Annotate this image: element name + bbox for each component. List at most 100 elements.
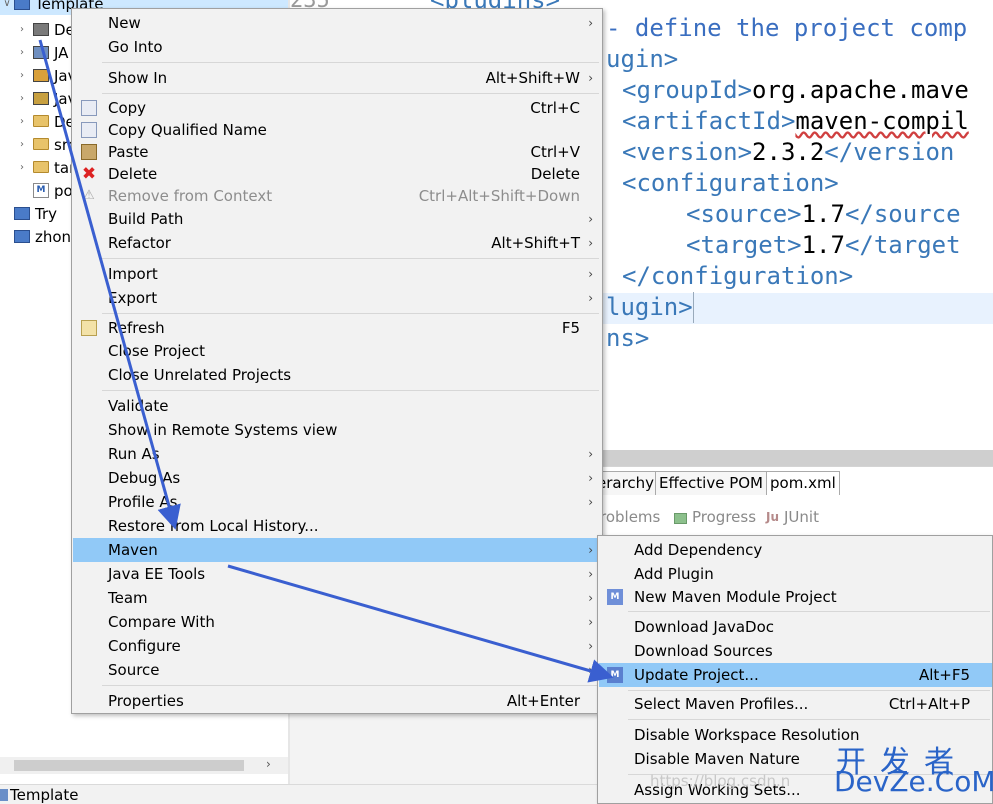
submenu-arrow-icon: › (588, 447, 593, 461)
menu-item-label: Compare With (108, 613, 215, 631)
menu-item-go-into[interactable]: Go Into (73, 35, 601, 59)
tab-junit[interactable]: JUnit (784, 508, 819, 526)
menu-item-profile-as[interactable]: Profile As › (73, 490, 601, 514)
menu-item-label: Add Dependency (634, 541, 763, 559)
menu-item-show-in[interactable]: Show In Alt+Shift+W › (73, 66, 601, 90)
code-text: lugin> (606, 293, 693, 321)
menu-item-java-ee-tools[interactable]: Java EE Tools › (73, 562, 601, 586)
paste-icon (81, 144, 97, 160)
menu-item-export[interactable]: Export › (73, 286, 601, 310)
menu-item-debug-as[interactable]: Debug As › (73, 466, 601, 490)
tab-label: erarchy (597, 474, 655, 492)
tab-problems[interactable]: roblems (600, 508, 660, 526)
submenu-arrow-icon: › (588, 495, 593, 509)
expand-icon[interactable]: › (16, 70, 28, 81)
project-icon (14, 0, 30, 10)
menu-item-shortcut: Ctrl+Alt+Shift+Down (418, 187, 580, 205)
menu-item-import[interactable]: Import › (73, 262, 601, 286)
menu-item-add-dependency[interactable]: Add Dependency (599, 538, 992, 562)
expand-icon[interactable]: › (16, 93, 28, 104)
menu-item-build-path[interactable]: Build Path › (73, 207, 601, 231)
copy-qualified-name-icon (81, 122, 97, 138)
menu-item-label: Show in Remote Systems view (108, 421, 338, 439)
expand-icon[interactable]: › (16, 24, 28, 35)
menu-item-source[interactable]: Source › (73, 658, 601, 682)
menu-separator (102, 258, 599, 259)
menu-item-refresh[interactable]: Refresh F5 (73, 316, 601, 340)
pom-editor-tabs: erarchy Effective POM pom.xml (594, 466, 993, 496)
menu-item-label: Refactor (108, 234, 171, 252)
menu-item-properties[interactable]: Properties Alt+Enter (73, 689, 601, 713)
menu-item-team[interactable]: Team › (73, 586, 601, 610)
tab-dependency-hierarchy[interactable]: erarchy (594, 471, 659, 495)
xml-tag: <version> (622, 138, 753, 166)
menu-item-copy[interactable]: Copy Ctrl+C (73, 96, 601, 120)
menu-item-paste[interactable]: Paste Ctrl+V (73, 140, 601, 164)
menu-item-label: Profile As (108, 493, 178, 511)
refresh-icon (81, 320, 97, 336)
menu-item-shortcut: Alt+Shift+W (485, 69, 580, 87)
menu-item-remove-from-context: ⚠ Remove from Context Ctrl+Alt+Shift+Down (73, 184, 601, 208)
tab-label: Progress (692, 508, 757, 526)
menu-item-label: Add Plugin (634, 565, 714, 583)
menu-item-delete[interactable]: ✖ Delete Delete (73, 162, 601, 186)
submenu-arrow-icon: › (588, 663, 593, 677)
menu-separator (102, 313, 599, 314)
menu-item-label: Export (108, 289, 158, 307)
menu-separator (628, 690, 990, 691)
scrollbar-thumb[interactable] (14, 760, 244, 771)
expand-icon[interactable]: › (16, 162, 28, 173)
xml-tag: <target> (686, 231, 802, 259)
menu-item-download-javadoc[interactable]: Download JavaDoc (599, 615, 992, 639)
status-text: Template (10, 786, 79, 804)
menu-item-configure[interactable]: Configure › (73, 634, 601, 658)
menu-item-maven[interactable]: Maven › (73, 538, 601, 562)
menu-separator (102, 390, 599, 391)
tab-progress[interactable]: Progress (692, 508, 756, 526)
menu-item-label: Paste (108, 143, 149, 161)
menu-item-label: Close Unrelated Projects (108, 366, 292, 384)
menu-item-new[interactable]: New › (73, 11, 601, 35)
menu-item-label: Build Path (108, 210, 184, 228)
menu-item-download-sources[interactable]: Download Sources (599, 639, 992, 663)
update-project-icon: M (607, 667, 623, 683)
code-text: - define the project comp (606, 14, 968, 42)
menu-item-select-maven-profiles[interactable]: Select Maven Profiles... Ctrl+Alt+P (599, 692, 992, 716)
collapse-icon[interactable]: ∨ (1, 0, 13, 9)
tab-effective-pom[interactable]: Effective POM (655, 471, 768, 495)
menu-item-update-project[interactable]: M Update Project... Alt+F5 (599, 663, 992, 687)
submenu-arrow-icon: › (588, 291, 593, 305)
menu-separator (102, 685, 599, 686)
menu-item-add-plugin[interactable]: Add Plugin (599, 562, 992, 586)
menu-item-refactor[interactable]: Refactor Alt+Shift+T › (73, 231, 601, 255)
menu-separator (628, 719, 990, 720)
menu-item-restore-from-local-history[interactable]: Restore from Local History... (73, 514, 601, 538)
submenu-arrow-icon: › (588, 471, 593, 485)
menu-item-compare-with[interactable]: Compare With › (73, 610, 601, 634)
menu-item-close-unrelated-projects[interactable]: Close Unrelated Projects (73, 363, 601, 387)
tab-label: roblems (600, 508, 661, 526)
scroll-right-icon[interactable]: › (266, 757, 271, 771)
xml-tag: </source (844, 200, 961, 228)
menu-item-shortcut: Alt+Enter (506, 692, 580, 710)
code-line: ns> (606, 323, 649, 354)
menu-item-label: Download JavaDoc (634, 618, 774, 636)
menu-item-shortcut: Alt+F5 (918, 666, 970, 684)
copy-icon (81, 100, 97, 116)
pom-file-icon: M (33, 183, 49, 198)
maven-module-icon: M (607, 589, 623, 605)
expand-icon[interactable]: › (16, 116, 28, 127)
horizontal-scrollbar[interactable]: › (0, 757, 288, 774)
menu-item-run-as[interactable]: Run As › (73, 442, 601, 466)
menu-item-copy-qualified-name[interactable]: Copy Qualified Name (73, 118, 601, 142)
expand-icon[interactable]: › (16, 139, 28, 150)
menu-item-close-project[interactable]: Close Project (73, 339, 601, 363)
menu-item-show-in-remote-systems-view[interactable]: Show in Remote Systems view (73, 418, 601, 442)
menu-item-validate[interactable]: Validate (73, 394, 601, 418)
code-line: <configuration> (622, 168, 839, 199)
folder-icon (33, 161, 49, 173)
folder-icon (33, 138, 49, 150)
tab-pom-xml[interactable]: pom.xml (766, 471, 840, 495)
expand-icon[interactable]: › (16, 47, 28, 58)
menu-item-new-maven-module-project[interactable]: M New Maven Module Project (599, 585, 992, 609)
